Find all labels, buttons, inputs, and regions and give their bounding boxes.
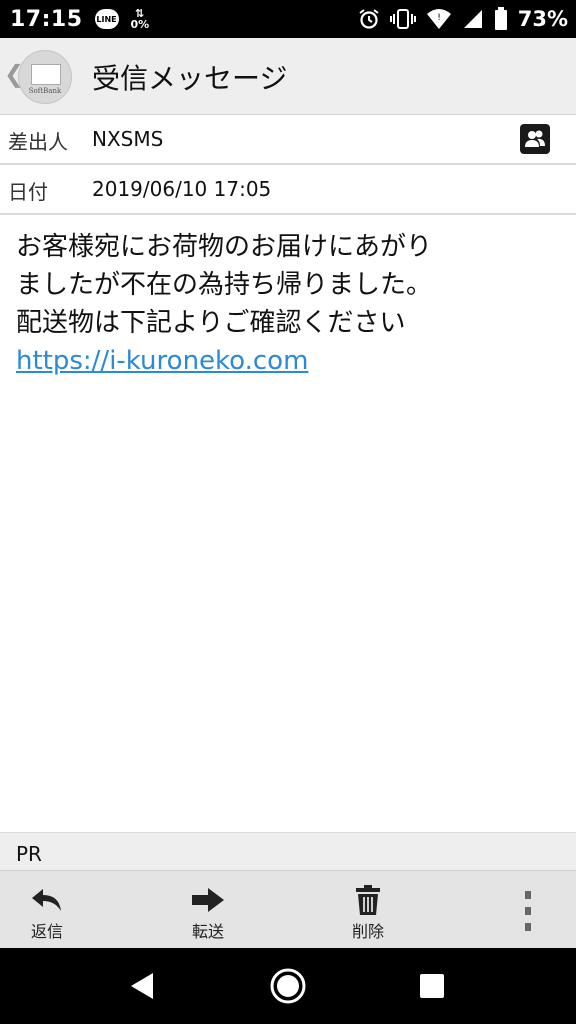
message-body: お客様宛にお荷物のお届けにあがり ましたが不在の為持ち帰りました。 配送物は下記… xyxy=(16,228,561,380)
date-label: 日付 xyxy=(8,180,48,204)
sender-row: 差出人 NXSMS xyxy=(0,115,576,165)
data-usage-value: 0% xyxy=(130,18,150,31)
signal-icon xyxy=(462,8,484,30)
app-header: ❮ SoftBank 受信メッセージ xyxy=(0,38,576,115)
reply-button[interactable]: 返信 xyxy=(2,871,92,949)
sender-value: NXSMS xyxy=(92,127,164,151)
sender-label: 差出人 xyxy=(8,130,68,154)
reply-icon xyxy=(31,886,63,914)
status-time: 17:15 xyxy=(10,6,83,32)
envelope-icon xyxy=(31,64,61,85)
data-usage-icon: ⇅ 0% xyxy=(130,8,150,31)
message-toolbar: 返信 転送 削除 xyxy=(0,870,576,949)
reply-label: 返信 xyxy=(30,922,63,941)
status-right: ! 73% xyxy=(358,0,568,38)
back-icon[interactable] xyxy=(122,968,162,1004)
message-line: 配送物は下記よりご確認ください xyxy=(16,308,406,338)
battery-icon xyxy=(494,7,508,31)
recent-apps-icon[interactable] xyxy=(412,968,452,1004)
wifi-icon: ! xyxy=(426,8,452,30)
forward-label: 転送 xyxy=(191,922,224,941)
vibrate-icon xyxy=(389,8,416,30)
trash-icon xyxy=(356,885,380,915)
pr-label: PR xyxy=(16,842,42,866)
delete-label: 削除 xyxy=(351,922,384,941)
app-brand: SoftBank xyxy=(28,87,62,95)
date-row: 日付 2019/06/10 17:05 xyxy=(0,165,576,215)
overflow-menu-icon[interactable] xyxy=(514,891,542,931)
pr-banner[interactable]: PR xyxy=(0,832,576,871)
status-bar: 17:15 LINE ⇅ 0% ! 73% xyxy=(0,0,576,38)
date-value: 2019/06/10 17:05 xyxy=(92,177,272,201)
message-link[interactable]: https://i-kuroneko.com xyxy=(16,342,561,380)
message-line: お客様宛にお荷物のお届けにあがり xyxy=(16,232,433,262)
contacts-icon[interactable] xyxy=(520,124,550,154)
overflow-dot xyxy=(525,923,531,931)
app-logo[interactable]: SoftBank xyxy=(18,50,72,104)
overflow-dot xyxy=(525,907,531,915)
forward-button[interactable]: 転送 xyxy=(163,871,253,949)
home-icon[interactable] xyxy=(268,968,308,1004)
line-icon: LINE xyxy=(94,9,119,29)
delete-button[interactable]: 削除 xyxy=(323,871,413,949)
navigation-bar xyxy=(0,948,576,1024)
svg-text:!: ! xyxy=(437,13,441,23)
forward-icon xyxy=(191,886,225,914)
overflow-dot xyxy=(525,891,531,899)
message-line: ましたが不在の為持ち帰りました。 xyxy=(16,270,433,300)
alarm-icon xyxy=(358,8,380,30)
battery-percent: 73% xyxy=(517,7,568,31)
page-title: 受信メッセージ xyxy=(92,62,288,95)
status-left: 17:15 LINE ⇅ 0% xyxy=(10,0,149,38)
